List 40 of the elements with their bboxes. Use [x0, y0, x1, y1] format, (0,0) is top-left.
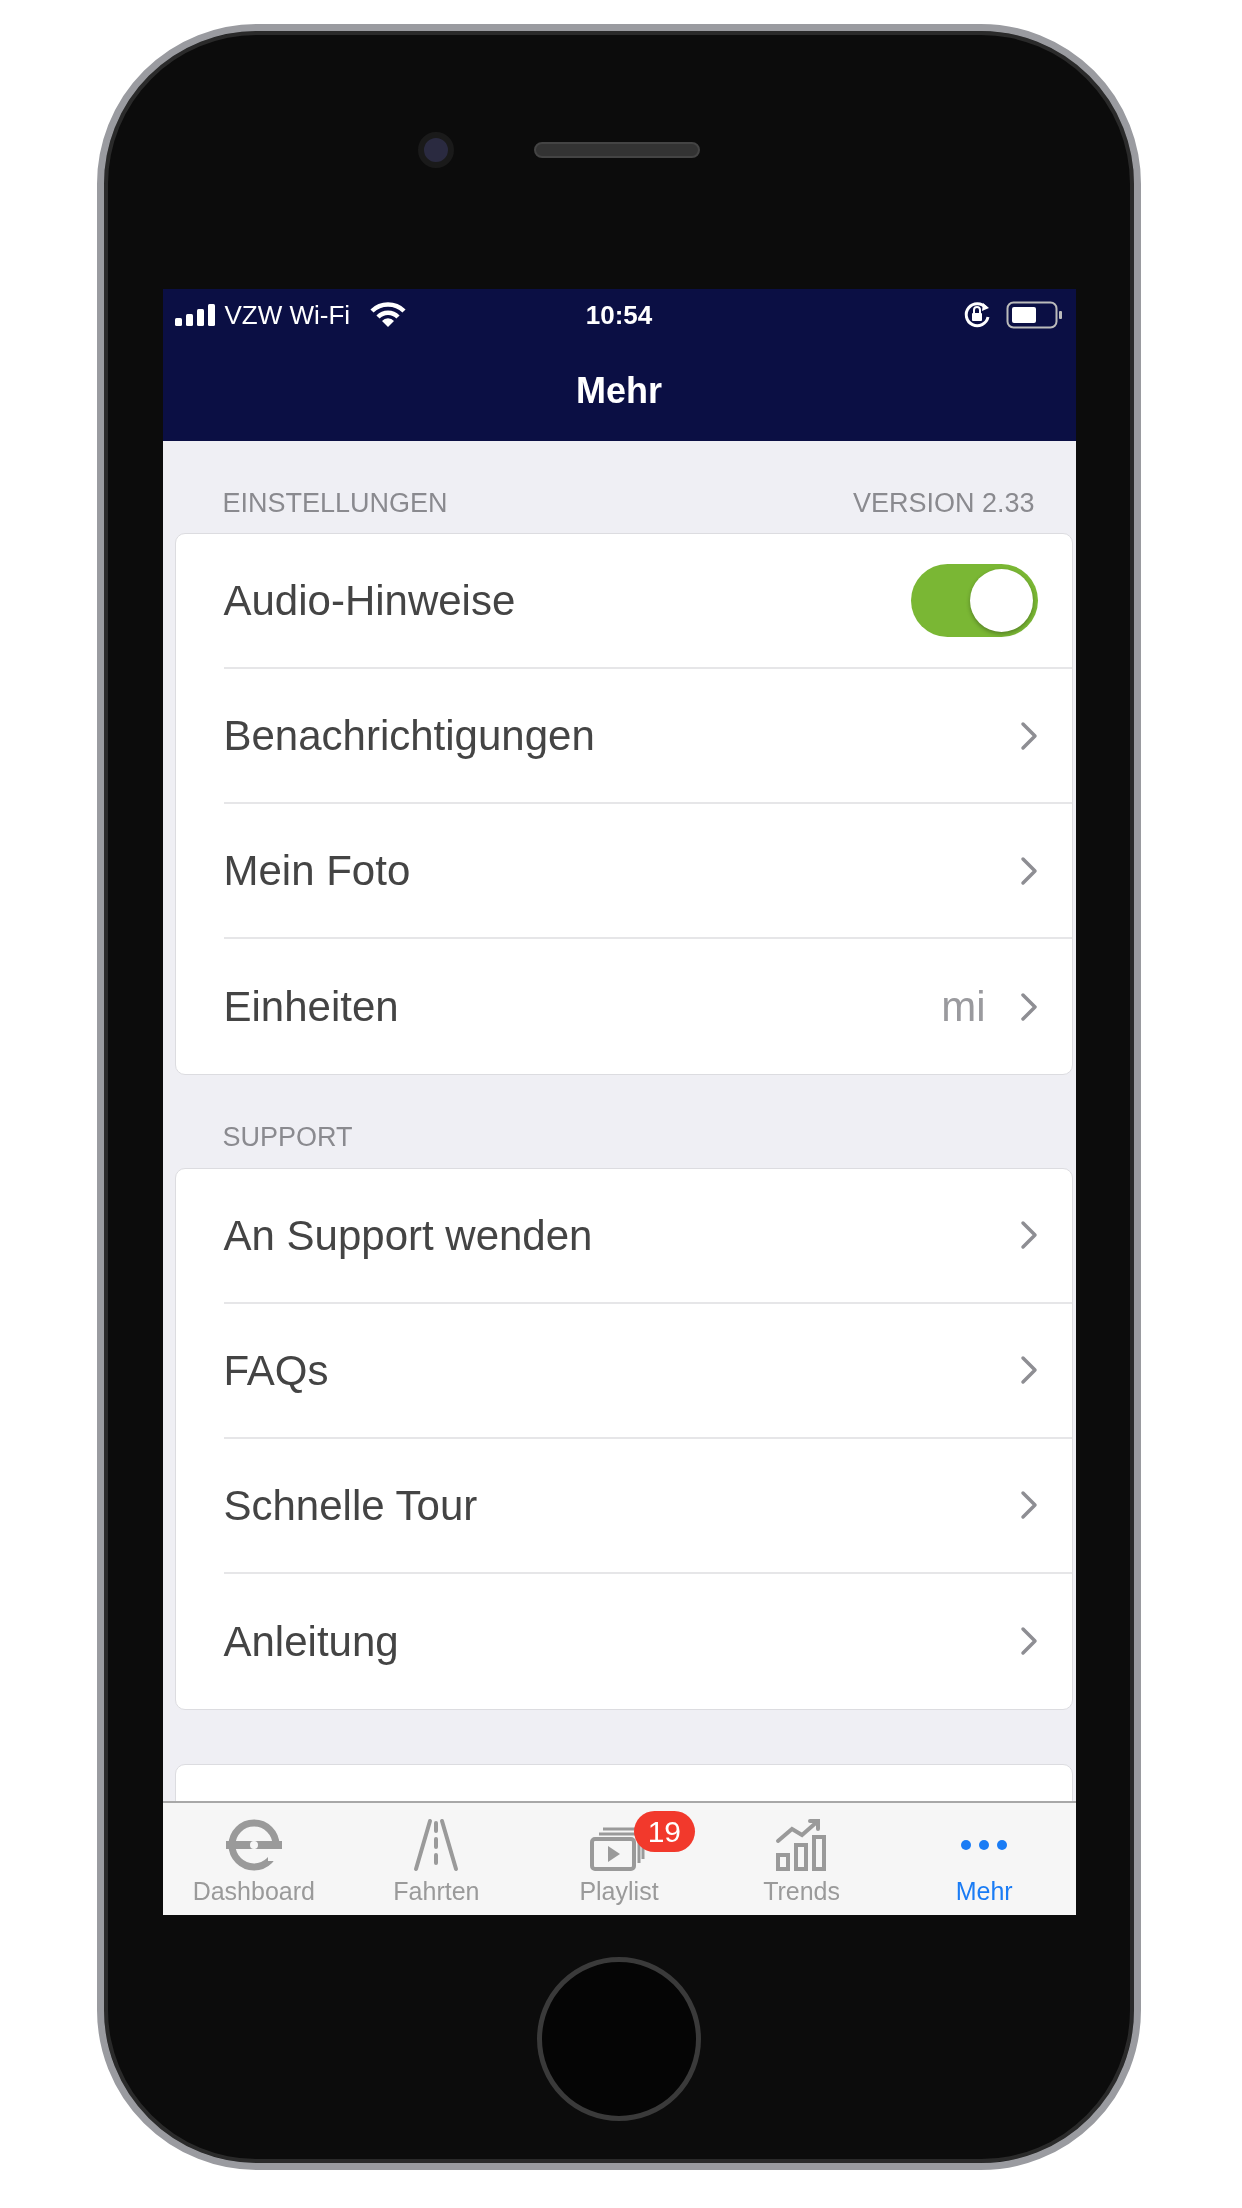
chevron-icon [1019, 1220, 1038, 1251]
settings-row[interactable]: Schnelle Tour [223, 1438, 1072, 1574]
settings-row[interactable]: An Support wenden [223, 1168, 1072, 1304]
chevron-icon [1019, 1490, 1038, 1521]
time-text: 10:54 [585, 298, 653, 332]
settings-row[interactable]: Benachrichtigungen [223, 669, 1072, 805]
row-label: Audio-Hinweise [223, 576, 516, 627]
carrier-text: VZW Wi-Fi [224, 298, 351, 332]
tab-bar-item[interactable]: Playlist 19 [527, 1803, 711, 1915]
row-label: Anleitung [223, 1616, 399, 1667]
chevron-icon [1019, 720, 1038, 751]
screen-title: Mehr [576, 369, 662, 413]
wifi-icon [370, 302, 407, 328]
section-header: SUPPORT [222, 1121, 353, 1154]
chevron-icon [1019, 855, 1038, 886]
row-label: Einheiten [223, 982, 399, 1033]
chevron-icon [1019, 1355, 1038, 1386]
row-value: mi [941, 982, 986, 1033]
tab-bar-item[interactable]: Mehr [892, 1803, 1076, 1915]
section-header: EINSTELLUNGEN [222, 487, 448, 520]
row-label: Mein Foto [223, 846, 411, 897]
settings-row[interactable]: Audio-Hinweise [223, 534, 1072, 670]
settings-row[interactable]: FAQs [223, 1303, 1072, 1439]
chevron-icon [1019, 991, 1038, 1022]
settings-row[interactable]: Mein Foto [223, 804, 1072, 940]
settings-row[interactable]: Einheiten mi [223, 939, 1072, 1075]
row-label: FAQs [223, 1345, 329, 1396]
row-label: Schnelle Tour [223, 1480, 478, 1531]
more-icon [961, 1840, 1008, 1850]
settings-row[interactable]: Anleitung [223, 1573, 1072, 1709]
chevron-icon [1019, 1626, 1038, 1657]
notification-badge: 19 [633, 1811, 696, 1852]
row-label: Benachrichtigungen [223, 711, 595, 762]
signal-icon [174, 304, 217, 326]
dashboard-icon [223, 1817, 284, 1873]
version-text: VERSION 2.33 [852, 487, 1035, 520]
speaker-icon [534, 142, 700, 158]
row-label: An Support wenden [223, 1210, 593, 1261]
camera-icon [418, 132, 454, 168]
battery-icon [1005, 301, 1064, 329]
